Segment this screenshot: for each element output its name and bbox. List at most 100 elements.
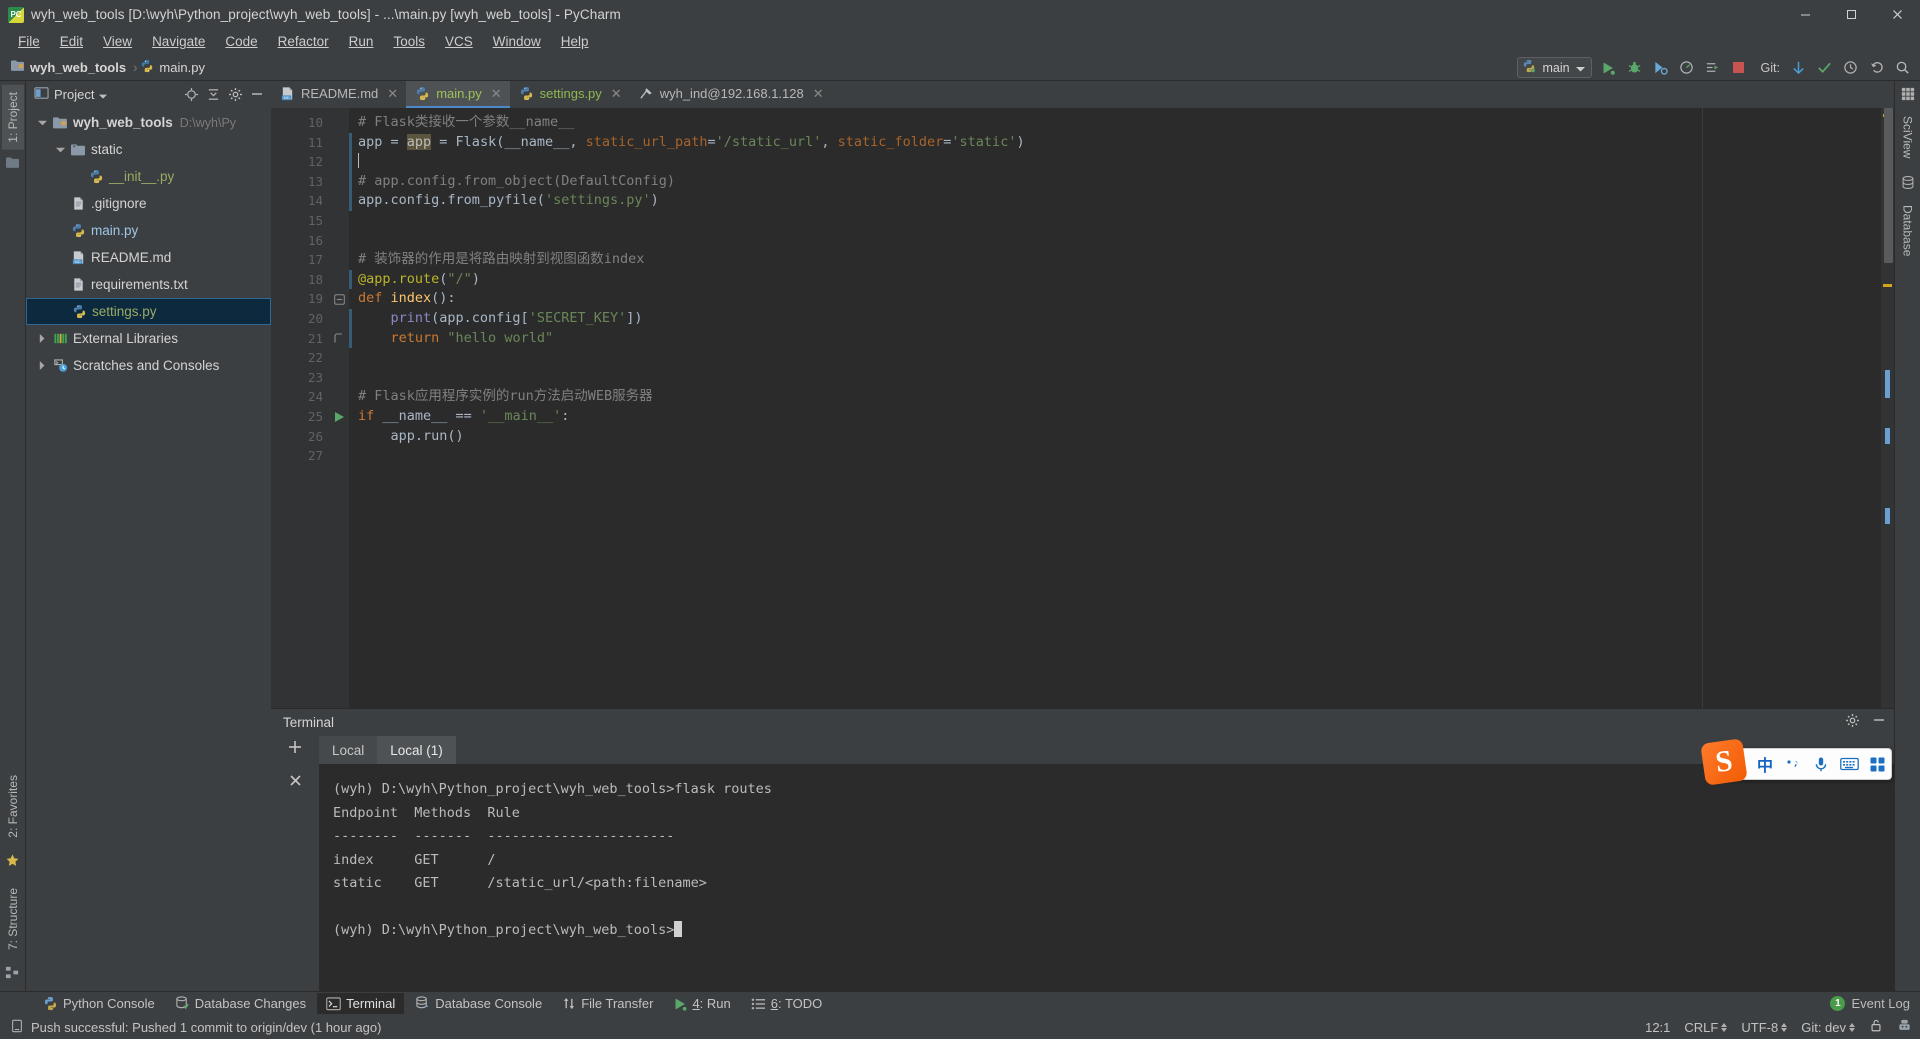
bottom-tab-file-transfer[interactable]: File Transfer	[553, 993, 662, 1014]
menu-vcs[interactable]: VCS	[435, 32, 483, 51]
git-update-icon[interactable]	[1789, 58, 1808, 77]
close-tab-icon[interactable]: ✕	[491, 86, 502, 102]
menu-help[interactable]: Help	[551, 32, 599, 51]
ime-voice-input-button[interactable]	[1807, 749, 1835, 779]
close-tab-icon[interactable]: ✕	[813, 86, 824, 102]
encoding-selector[interactable]: UTF-8	[1741, 1020, 1788, 1035]
tree-node-requirements-txt[interactable]: requirements.txt	[26, 271, 271, 298]
bottom-tab-python-console[interactable]: Python Console	[34, 993, 164, 1014]
menu-run[interactable]: Run	[339, 32, 384, 51]
event-log-area[interactable]: 1 Event Log	[1830, 996, 1910, 1011]
git-branch-widget[interactable]: Git: dev	[1801, 1020, 1855, 1035]
bottom-tab-terminal[interactable]: Terminal	[317, 993, 405, 1014]
change-marker-stripe[interactable]	[349, 132, 352, 211]
project-panel-title[interactable]: Project	[34, 86, 108, 103]
git-commit-icon[interactable]	[1815, 58, 1834, 77]
unlocked-icon[interactable]	[1869, 1018, 1883, 1036]
caret-position[interactable]: 12:1	[1645, 1020, 1670, 1035]
stop-button[interactable]	[1729, 58, 1748, 77]
ime-punctuation-mode-button[interactable]	[1779, 749, 1807, 779]
collapse-all-icon[interactable]	[203, 83, 223, 105]
code-folding-column[interactable]	[329, 108, 349, 708]
ime-language-mode-button[interactable]: 中	[1751, 749, 1779, 779]
editor-marker-scrollbar[interactable]	[1881, 108, 1894, 708]
menu-window[interactable]: Window	[483, 32, 551, 51]
bottom-tab-database-console[interactable]: Database Console	[406, 993, 551, 1014]
menu-file[interactable]: File	[8, 32, 50, 51]
change-marker-stripe[interactable]	[349, 269, 352, 290]
undo-icon[interactable]	[1867, 58, 1886, 77]
debug-button[interactable]	[1625, 58, 1644, 77]
tree-node-static[interactable]: static	[26, 136, 271, 163]
menu-edit[interactable]: Edit	[50, 32, 93, 51]
maximize-button[interactable]	[1828, 0, 1874, 29]
sidebar-item-database[interactable]: Database	[1897, 198, 1919, 263]
tree-node-scratches-and-consoles[interactable]: Scratches and Consoles	[26, 352, 271, 379]
inspector-icon[interactable]	[1897, 1018, 1912, 1036]
tree-node-main-py[interactable]: main.py	[26, 217, 271, 244]
close-tab-icon[interactable]: ✕	[387, 86, 398, 102]
tree-node-readme-md[interactable]: MD README.md	[26, 244, 271, 271]
code-text-area[interactable]: # Flask类接收一个参数__name__ app = app = Flask(…	[349, 108, 1881, 708]
chevron-right-icon[interactable]	[34, 334, 50, 343]
editor-scroll-thumb[interactable]	[1884, 108, 1893, 263]
status-message-area[interactable]: Push successful: Pushed 1 commit to orig…	[10, 1019, 381, 1036]
sidebar-item-structure[interactable]: 7: Structure	[2, 881, 24, 957]
terminal-tab-local[interactable]: Local	[319, 736, 378, 764]
editor-tab-readme-md[interactable]: MD README.md ✕	[271, 81, 406, 108]
locate-icon[interactable]	[181, 83, 201, 105]
sidebar-item-project[interactable]: 1: Project	[1, 85, 24, 150]
run-button[interactable]	[1599, 58, 1618, 77]
editor-tab-main-py[interactable]: main.py ✕	[406, 81, 510, 108]
history-icon[interactable]	[1841, 58, 1860, 77]
menu-tools[interactable]: Tools	[383, 32, 435, 51]
tree-node-wyh-web-tools[interactable]: wyh_web_tools D:\wyh\Py	[26, 109, 271, 136]
editor-tab-settings-py[interactable]: settings.py ✕	[510, 81, 630, 108]
chevron-down-icon[interactable]	[34, 120, 50, 126]
close-tab-icon[interactable]: ✕	[611, 86, 622, 102]
terminal-tab-local-1-[interactable]: Local (1)	[377, 736, 456, 764]
fold-end-icon[interactable]	[329, 329, 349, 349]
run-coverage-button[interactable]	[1651, 58, 1670, 77]
tree-node--init-py[interactable]: __init__.py	[26, 163, 271, 190]
menu-code[interactable]: Code	[215, 32, 267, 51]
minimize-button[interactable]	[1782, 0, 1828, 29]
bottom-tab-4-run[interactable]: 4: Run	[664, 993, 739, 1014]
sogou-logo-icon[interactable]: S	[1700, 738, 1748, 786]
menu-view[interactable]: View	[93, 32, 142, 51]
terminal-console[interactable]: (wyh) D:\wyh\Python_project\wyh_web_tool…	[319, 764, 1881, 991]
breadcrumb-file[interactable]: main.py	[140, 59, 205, 76]
breadcrumb-project[interactable]: wyh_web_tools	[10, 59, 126, 75]
chevron-right-icon[interactable]	[34, 361, 50, 370]
bottom-tab-6-todo[interactable]: 6: TODO	[742, 993, 832, 1014]
tree-node-settings-py[interactable]: settings.py	[26, 298, 271, 325]
ime-toolbox-button[interactable]	[1863, 749, 1891, 779]
close-button[interactable]	[1874, 0, 1920, 29]
fold-collapse-icon[interactable]	[329, 289, 349, 309]
ime-soft-keyboard-button[interactable]	[1835, 749, 1863, 779]
change-marker-stripe[interactable]	[349, 309, 352, 349]
bottom-tab-database-changes[interactable]: Database Changes	[166, 993, 315, 1014]
chevron-down-icon[interactable]	[52, 147, 68, 153]
menu-refactor[interactable]: Refactor	[268, 32, 339, 51]
minimize-icon[interactable]	[1872, 713, 1886, 732]
hide-panel-icon[interactable]	[247, 83, 267, 105]
tree-node--gitignore[interactable]: .gitignore	[26, 190, 271, 217]
attach-process-button[interactable]	[1703, 58, 1722, 77]
menu-navigate[interactable]: Navigate	[142, 32, 215, 51]
sidebar-item-favorites[interactable]: 2: Favorites	[2, 768, 24, 845]
gear-icon[interactable]	[225, 83, 245, 105]
sogou-ime-toolbar[interactable]: S 中	[1700, 738, 1892, 786]
close-terminal-tab-button[interactable]	[288, 773, 303, 793]
search-everywhere-icon[interactable]	[1893, 58, 1912, 77]
terminal-scrollbar[interactable]	[1881, 764, 1894, 991]
gear-icon[interactable]	[1845, 713, 1860, 733]
profile-button[interactable]	[1677, 58, 1696, 77]
tree-node-external-libraries[interactable]: External Libraries	[26, 325, 271, 352]
run-configuration-selector[interactable]: main	[1517, 57, 1592, 78]
editor-tab-wyh-ind-192-168-1-128[interactable]: wyh_ind@192.168.1.128 ✕	[630, 81, 832, 108]
line-separator-selector[interactable]: CRLF	[1684, 1020, 1728, 1035]
sidebar-item-sciview[interactable]: SciView	[1897, 109, 1919, 165]
project-tree[interactable]: wyh_web_tools D:\wyh\Py static __init__.py.…	[26, 107, 271, 991]
add-terminal-tab-button[interactable]	[287, 739, 303, 760]
